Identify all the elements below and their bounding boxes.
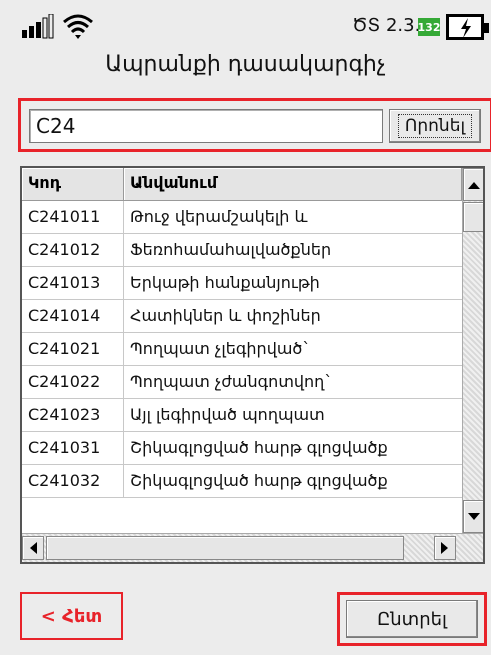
page-title: Ապրանքի դասակարգիչ xyxy=(105,52,386,77)
arrow-up-icon xyxy=(467,181,480,189)
battery-level-badge: 132 xyxy=(418,18,440,36)
table-row[interactable]: C241023 Այլ լեգիրված պողպատ xyxy=(22,399,462,432)
table-row[interactable]: C241032 Շիկագլոցված հարթ գլոցվածք xyxy=(22,465,462,498)
bolt-icon xyxy=(461,18,471,38)
search-button[interactable]: Որոնել xyxy=(389,109,481,143)
search-bar: Որոնել xyxy=(18,98,491,152)
cell-name: Պողպատ չժանգոտվող` xyxy=(130,372,333,391)
cell-code: C241032 xyxy=(22,465,124,497)
cell-name: Շիկագլոցված հարթ գլոցվածք xyxy=(130,471,388,490)
vertical-scrollbar[interactable] xyxy=(462,168,483,533)
table-row[interactable]: C241022 Պողպատ չժանգոտվող` xyxy=(22,366,462,399)
cell-name: Երկաթի հանքանյութի xyxy=(130,273,320,292)
cell-name: Հատիկներ և փոշիներ xyxy=(130,306,321,325)
scroll-down-button[interactable] xyxy=(463,500,483,533)
classifier-table: Կոդ Անվանում C241011 Թուջ վերամշակելի և C… xyxy=(20,166,485,564)
column-header-name[interactable]: Անվանում xyxy=(124,168,462,201)
cell-code: C241014 xyxy=(22,300,124,332)
table-row[interactable]: C241011 Թուջ վերամշակելի և xyxy=(22,201,462,234)
table-row[interactable]: C241012 Ֆեռոհամահալվածքներ xyxy=(22,234,462,267)
battery-charging-icon xyxy=(446,14,489,40)
table-row[interactable]: C241031 Շիկագլոցված հարթ գլոցվածք xyxy=(22,432,462,465)
status-bar: ԾՏ 2.3.8 132 xyxy=(0,0,491,50)
cell-name: Պողպատ չլեգիրված` xyxy=(130,339,311,358)
cell-code: C241031 xyxy=(22,432,124,464)
cell-code: C241012 xyxy=(22,234,124,266)
arrow-down-icon xyxy=(467,512,480,520)
cell-name: Այլ լեգիրված պողպատ xyxy=(130,405,325,424)
table-row[interactable]: C241013 Երկաթի հանքանյութի xyxy=(22,267,462,300)
horizontal-scroll-thumb[interactable] xyxy=(46,536,404,560)
scroll-right-button[interactable] xyxy=(434,536,456,560)
select-button[interactable]: Ընտրել xyxy=(346,600,478,638)
wifi-icon xyxy=(63,14,93,39)
select-button-frame: Ընտրել xyxy=(337,592,487,646)
search-button-label: Որոնել xyxy=(397,114,473,138)
table-row[interactable]: C241021 Պողպատ չլեգիրված` xyxy=(22,333,462,366)
cell-code: C241011 xyxy=(22,201,124,233)
scroll-up-button[interactable] xyxy=(463,168,483,201)
arrow-left-icon xyxy=(30,542,37,554)
horizontal-scrollbar[interactable] xyxy=(22,533,483,562)
cell-code: C241022 xyxy=(22,366,124,398)
scroll-left-button[interactable] xyxy=(22,536,44,560)
arrow-right-icon xyxy=(441,542,448,554)
vertical-scroll-thumb[interactable] xyxy=(463,202,483,232)
cell-code: C241013 xyxy=(22,267,124,299)
signal-bars-icon xyxy=(22,14,93,39)
back-button[interactable]: < Հետ xyxy=(20,592,123,640)
table-header: Կոդ Անվանում xyxy=(22,168,462,201)
table-row[interactable]: C241014 Հատիկներ և փոշիներ xyxy=(22,300,462,333)
cell-name: Ֆեռոհամահալվածքներ xyxy=(130,240,332,259)
table-body: C241011 Թուջ վերամշակելի և C241012 Ֆեռոհամ… xyxy=(22,201,462,498)
cell-code: C241023 xyxy=(22,399,124,431)
cell-name: Թուջ վերամշակելի և xyxy=(130,207,308,226)
cell-code: C241021 xyxy=(22,333,124,365)
search-input[interactable] xyxy=(29,109,383,143)
cell-name: Շիկագլոցված հարթ գլոցվածք xyxy=(130,438,388,457)
column-header-code[interactable]: Կոդ xyxy=(22,168,124,201)
